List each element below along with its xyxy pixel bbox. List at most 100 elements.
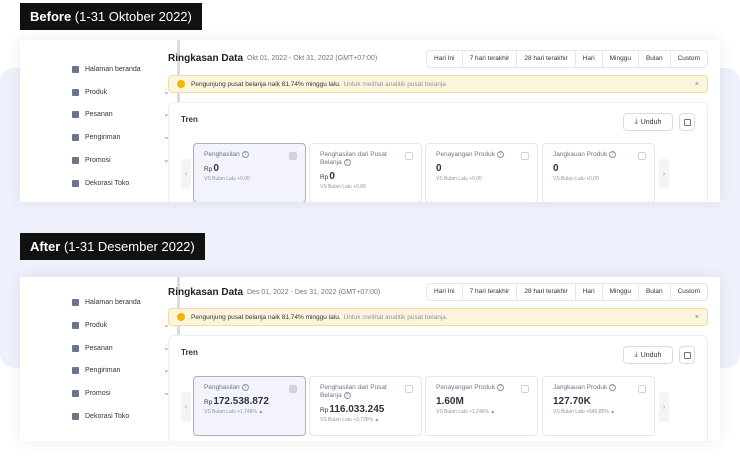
metric-penghasilan[interactable]: Penghasilan ? Rp0 VS Bulan Lalu +0,00: [193, 143, 306, 202]
main-content: Ringkasan Data Okt 01, 2022 - Okt 31, 20…: [168, 40, 720, 202]
sidebar-item-dekorasi-toko[interactable]: Dekorasi Toko: [72, 408, 169, 424]
store-icon: [72, 412, 79, 420]
tab-bulan[interactable]: Bulan: [639, 51, 671, 67]
after-panel: Halaman beranda Produk ⌄ Pesanan ⌄ Pengiri…: [20, 277, 720, 441]
info-icon: ?: [343, 392, 351, 399]
store-icon: [72, 179, 79, 187]
metric-checkbox[interactable]: [289, 385, 297, 393]
page-title: Ringkasan Data: [168, 287, 244, 298]
sidebar-item-dekorasi-toko[interactable]: Dekorasi Toko: [72, 175, 169, 191]
truck-icon: [72, 366, 79, 374]
metric-checkbox[interactable]: [405, 152, 413, 160]
metric-checkbox[interactable]: [638, 152, 646, 160]
info-icon: ?: [241, 151, 249, 158]
product-icon: [72, 321, 79, 329]
info-icon: ?: [241, 384, 249, 391]
period-tabs: Hari Ini 7 hari terakhir 28 hari terakhi…: [426, 283, 708, 301]
scroll-left-button[interactable]: ‹: [181, 392, 191, 422]
card-title: Tren: [181, 115, 198, 124]
calendar-button[interactable]: [679, 113, 695, 131]
sidebar-item-produk[interactable]: Produk ⌄: [72, 317, 170, 333]
tab-hari-ini[interactable]: Hari Ini: [427, 284, 463, 300]
calendar-button[interactable]: [679, 346, 695, 364]
tab-bulan[interactable]: Bulan: [639, 284, 671, 300]
alert-link[interactable]: Untuk melihat analitik pusat belanja: [344, 81, 446, 88]
before-panel: Halaman beranda Produk ⌄ Pesanan ⌄ Pengiri…: [20, 40, 720, 202]
tab-7-hari[interactable]: 7 hari terakhir: [463, 284, 518, 300]
truck-icon: [72, 133, 79, 141]
home-icon: [72, 298, 79, 306]
metric-penayangan-produk[interactable]: Penayangan Produk ? 1.60M VS Bulan Lalu …: [425, 376, 538, 436]
sidebar-item-pesanan[interactable]: Pesanan ⌄: [72, 340, 170, 356]
calendar-icon: [683, 351, 691, 359]
scroll-right-button[interactable]: ›: [659, 392, 669, 422]
close-icon[interactable]: ×: [695, 81, 699, 88]
product-icon: [72, 88, 79, 96]
sidebar-item-home[interactable]: Halaman beranda: [72, 61, 169, 77]
download-icon: ⤓: [634, 351, 638, 358]
megaphone-icon: [72, 389, 79, 397]
sidebar-item-produk[interactable]: Produk ⌄: [72, 84, 170, 100]
sidebar: Halaman beranda Produk ⌄ Pesanan ⌄ Pengiri…: [64, 40, 180, 202]
download-button[interactable]: ⤓ Unduh: [623, 113, 673, 131]
tab-hari[interactable]: Hari: [576, 284, 603, 300]
metric-jangkauan-produk[interactable]: Jangkauan Produk ? 0 VS Bulan Lalu +0,00: [542, 143, 655, 202]
sidebar-item-pengiriman[interactable]: Pengiriman ⌄: [72, 362, 170, 378]
tab-minggu[interactable]: Minggu: [603, 51, 639, 67]
metric-penghasilan-pusat-belanja[interactable]: Penghasilan dari Pusat Belanja ? Rp116.0…: [309, 376, 422, 436]
after-label: After (1-31 Desember 2022): [20, 233, 205, 260]
bulb-icon: [177, 80, 185, 88]
download-button[interactable]: ⤓ Unduh: [623, 346, 673, 364]
info-icon: ?: [496, 384, 504, 391]
scroll-right-button[interactable]: ›: [659, 159, 669, 189]
trend-card: Tren ⤓ Unduh ‹ Penghasilan ? Rp0 VS Bulan…: [168, 102, 708, 202]
alert-banner: Pengunjung pusat belanja naik 81.74% min…: [168, 308, 708, 326]
page-title: Ringkasan Data: [168, 53, 244, 64]
tab-28-hari[interactable]: 28 hari terakhir: [517, 51, 576, 67]
card-title: Tren: [181, 348, 198, 357]
home-icon: [72, 65, 79, 73]
before-label: Before (1-31 Oktober 2022): [20, 3, 202, 30]
order-icon: [72, 344, 79, 352]
order-icon: [72, 110, 79, 118]
sidebar-item-home[interactable]: Halaman beranda: [72, 294, 169, 310]
period-tabs: Hari Ini 7 hari terakhir 28 hari terakhi…: [426, 50, 708, 68]
info-icon: ?: [609, 384, 617, 391]
close-icon[interactable]: ×: [695, 314, 699, 321]
info-icon: ?: [609, 151, 617, 158]
alert-banner: Pengunjung pusat belanja naik 81.74% min…: [168, 75, 708, 93]
metric-penghasilan[interactable]: Penghasilan ? Rp172.538.872 VS Bulan Lal…: [193, 376, 306, 436]
metric-penayangan-produk[interactable]: Penayangan Produk ? 0 VS Bulan Lalu +0,0…: [425, 143, 538, 202]
tab-7-hari[interactable]: 7 hari terakhir: [463, 51, 518, 67]
date-range[interactable]: Des 01, 2022 - Des 31, 2022 (GMT+07:00): [247, 289, 380, 296]
metric-checkbox[interactable]: [521, 152, 529, 160]
main-content: Ringkasan Data Des 01, 2022 - Des 31, 20…: [168, 277, 720, 441]
tab-minggu[interactable]: Minggu: [603, 284, 639, 300]
metric-checkbox[interactable]: [405, 385, 413, 393]
tab-hari[interactable]: Hari: [576, 51, 603, 67]
metric-checkbox[interactable]: [638, 385, 646, 393]
sidebar-item-promosi[interactable]: Promosi ⌄: [72, 385, 170, 401]
metric-checkbox[interactable]: [289, 152, 297, 160]
info-icon: ?: [343, 159, 351, 166]
metric-checkbox[interactable]: [521, 385, 529, 393]
sidebar-item-pengiriman[interactable]: Pengiriman ⌄: [72, 129, 170, 145]
sidebar: Halaman beranda Produk ⌄ Pesanan ⌄ Pengiri…: [64, 277, 180, 441]
tab-hari-ini[interactable]: Hari Ini: [427, 51, 463, 67]
date-range[interactable]: Okt 01, 2022 - Okt 31, 2022 (GMT+07:00): [247, 55, 377, 62]
tab-custom[interactable]: Custom: [671, 51, 707, 67]
metric-penghasilan-pusat-belanja[interactable]: Penghasilan dari Pusat Belanja ? Rp0 VS …: [309, 143, 422, 202]
calendar-icon: [683, 118, 691, 126]
tab-custom[interactable]: Custom: [671, 284, 707, 300]
sidebar-item-pesanan[interactable]: Pesanan ⌄: [72, 106, 170, 122]
alert-link[interactable]: Untuk melihat analitik pusat belanja.: [344, 314, 448, 321]
metric-jangkauan-produk[interactable]: Jangkauan Produk ? 127.70K VS Bulan Lalu…: [542, 376, 655, 436]
scroll-left-button[interactable]: ‹: [181, 159, 191, 189]
sidebar-item-promosi[interactable]: Promosi ⌄: [72, 152, 170, 168]
info-icon: ?: [496, 151, 504, 158]
megaphone-icon: [72, 156, 79, 164]
download-icon: ⤓: [634, 118, 638, 125]
tab-28-hari[interactable]: 28 hari terakhir: [517, 284, 576, 300]
trend-card: Tren ⤓ Unduh ‹ Penghasilan ? Rp172.538.87…: [168, 335, 708, 441]
bulb-icon: [177, 313, 185, 321]
